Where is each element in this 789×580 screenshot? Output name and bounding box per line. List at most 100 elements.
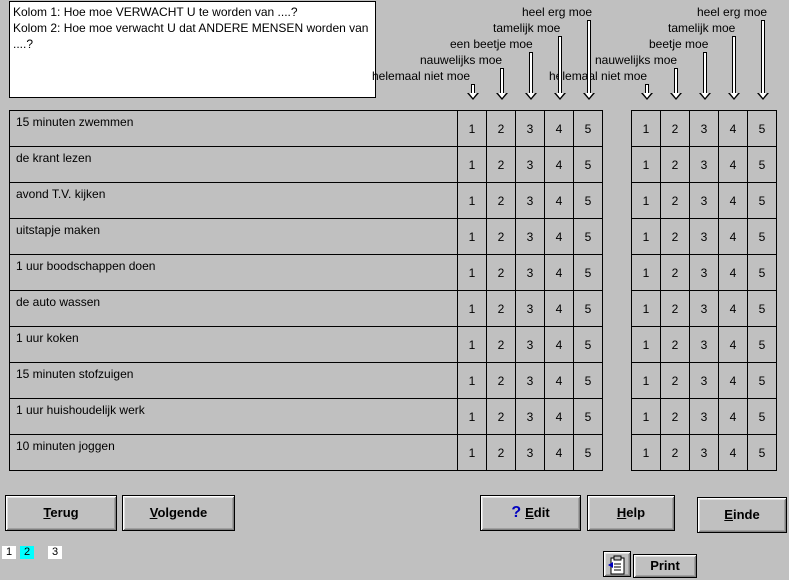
- rating-self-option[interactable]: 2: [487, 147, 516, 183]
- rating-others-option[interactable]: 2: [661, 399, 690, 435]
- rating-self-option[interactable]: 1: [458, 255, 487, 291]
- rating-others-option[interactable]: 1: [632, 183, 661, 219]
- rating-self-option[interactable]: 4: [545, 399, 574, 435]
- page-indicator-3[interactable]: 3: [48, 546, 62, 559]
- rating-self-option[interactable]: 3: [516, 363, 545, 399]
- rating-others-option[interactable]: 5: [748, 291, 777, 327]
- rating-self-option[interactable]: 3: [516, 327, 545, 363]
- rating-others-option[interactable]: 3: [690, 435, 719, 471]
- rating-self-option[interactable]: 1: [458, 219, 487, 255]
- rating-self-option[interactable]: 5: [574, 363, 603, 399]
- rating-others-option[interactable]: 4: [719, 363, 748, 399]
- page-indicator-2[interactable]: 2: [20, 546, 34, 559]
- rating-self-option[interactable]: 4: [545, 219, 574, 255]
- rating-others-option[interactable]: 2: [661, 147, 690, 183]
- rating-self-option[interactable]: 2: [487, 255, 516, 291]
- rating-others-option[interactable]: 3: [690, 111, 719, 147]
- rating-self-option[interactable]: 3: [516, 399, 545, 435]
- rating-self-option[interactable]: 5: [574, 399, 603, 435]
- rating-self-option[interactable]: 1: [458, 291, 487, 327]
- rating-others-option[interactable]: 2: [661, 327, 690, 363]
- rating-self-option[interactable]: 3: [516, 255, 545, 291]
- rating-others-option[interactable]: 4: [719, 291, 748, 327]
- rating-self-option[interactable]: 1: [458, 435, 487, 471]
- rating-self-option[interactable]: 4: [545, 147, 574, 183]
- rating-self-option[interactable]: 2: [487, 435, 516, 471]
- rating-self-option[interactable]: 5: [574, 255, 603, 291]
- rating-others-option[interactable]: 3: [690, 255, 719, 291]
- rating-others-option[interactable]: 4: [719, 255, 748, 291]
- rating-others-option[interactable]: 2: [661, 291, 690, 327]
- rating-others-option[interactable]: 5: [748, 435, 777, 471]
- rating-others-option[interactable]: 4: [719, 219, 748, 255]
- rating-others-option[interactable]: 2: [661, 435, 690, 471]
- page-indicator-1[interactable]: 1: [2, 546, 16, 559]
- help-button[interactable]: Help: [587, 495, 675, 531]
- rating-self-option[interactable]: 1: [458, 147, 487, 183]
- rating-self-option[interactable]: 5: [574, 327, 603, 363]
- rating-self-option[interactable]: 1: [458, 111, 487, 147]
- rating-self-option[interactable]: 1: [458, 399, 487, 435]
- rating-others-option[interactable]: 1: [632, 327, 661, 363]
- rating-others-option[interactable]: 1: [632, 363, 661, 399]
- rating-others-option[interactable]: 4: [719, 435, 748, 471]
- rating-self-option[interactable]: 2: [487, 399, 516, 435]
- rating-others-option[interactable]: 5: [748, 147, 777, 183]
- rating-others-option[interactable]: 5: [748, 183, 777, 219]
- rating-others-option[interactable]: 2: [661, 255, 690, 291]
- rating-others-option[interactable]: 5: [748, 363, 777, 399]
- rating-self-option[interactable]: 2: [487, 111, 516, 147]
- rating-others-option[interactable]: 2: [661, 183, 690, 219]
- rating-self-option[interactable]: 2: [487, 291, 516, 327]
- rating-self-option[interactable]: 3: [516, 183, 545, 219]
- rating-others-option[interactable]: 5: [748, 399, 777, 435]
- rating-others-option[interactable]: 2: [661, 219, 690, 255]
- rating-self-option[interactable]: 2: [487, 219, 516, 255]
- rating-self-option[interactable]: 5: [574, 147, 603, 183]
- rating-self-option[interactable]: 5: [574, 291, 603, 327]
- rating-others-option[interactable]: 1: [632, 291, 661, 327]
- rating-self-option[interactable]: 1: [458, 327, 487, 363]
- rating-others-option[interactable]: 3: [690, 291, 719, 327]
- rating-others-option[interactable]: 1: [632, 435, 661, 471]
- rating-self-option[interactable]: 1: [458, 363, 487, 399]
- rating-others-option[interactable]: 5: [748, 111, 777, 147]
- rating-self-option[interactable]: 3: [516, 291, 545, 327]
- rating-others-option[interactable]: 3: [690, 219, 719, 255]
- rating-self-option[interactable]: 3: [516, 435, 545, 471]
- edit-button[interactable]: ? Edit: [480, 495, 581, 531]
- rating-others-option[interactable]: 2: [661, 111, 690, 147]
- rating-self-option[interactable]: 2: [487, 327, 516, 363]
- rating-self-option[interactable]: 4: [545, 435, 574, 471]
- rating-others-option[interactable]: 4: [719, 327, 748, 363]
- rating-others-option[interactable]: 1: [632, 111, 661, 147]
- rating-others-option[interactable]: 1: [632, 399, 661, 435]
- rating-others-option[interactable]: 3: [690, 399, 719, 435]
- next-button[interactable]: Volgende: [122, 495, 235, 531]
- rating-self-option[interactable]: 5: [574, 435, 603, 471]
- rating-self-option[interactable]: 4: [545, 327, 574, 363]
- rating-others-option[interactable]: 1: [632, 255, 661, 291]
- rating-self-option[interactable]: 4: [545, 255, 574, 291]
- rating-others-option[interactable]: 3: [690, 147, 719, 183]
- rating-others-option[interactable]: 1: [632, 219, 661, 255]
- rating-self-option[interactable]: 1: [458, 183, 487, 219]
- rating-others-option[interactable]: 4: [719, 147, 748, 183]
- rating-self-option[interactable]: 2: [487, 183, 516, 219]
- rating-others-option[interactable]: 3: [690, 183, 719, 219]
- rating-others-option[interactable]: 4: [719, 399, 748, 435]
- rating-others-option[interactable]: 3: [690, 327, 719, 363]
- rating-self-option[interactable]: 3: [516, 147, 545, 183]
- rating-self-option[interactable]: 4: [545, 183, 574, 219]
- rating-self-option[interactable]: 2: [487, 363, 516, 399]
- rating-self-option[interactable]: 3: [516, 219, 545, 255]
- rating-others-option[interactable]: 4: [719, 111, 748, 147]
- rating-self-option[interactable]: 5: [574, 219, 603, 255]
- rating-others-option[interactable]: 1: [632, 147, 661, 183]
- rating-others-option[interactable]: 5: [748, 327, 777, 363]
- rating-others-option[interactable]: 5: [748, 255, 777, 291]
- rating-others-option[interactable]: 5: [748, 219, 777, 255]
- rating-self-option[interactable]: 4: [545, 111, 574, 147]
- print-button[interactable]: Print: [633, 554, 697, 578]
- rating-self-option[interactable]: 4: [545, 291, 574, 327]
